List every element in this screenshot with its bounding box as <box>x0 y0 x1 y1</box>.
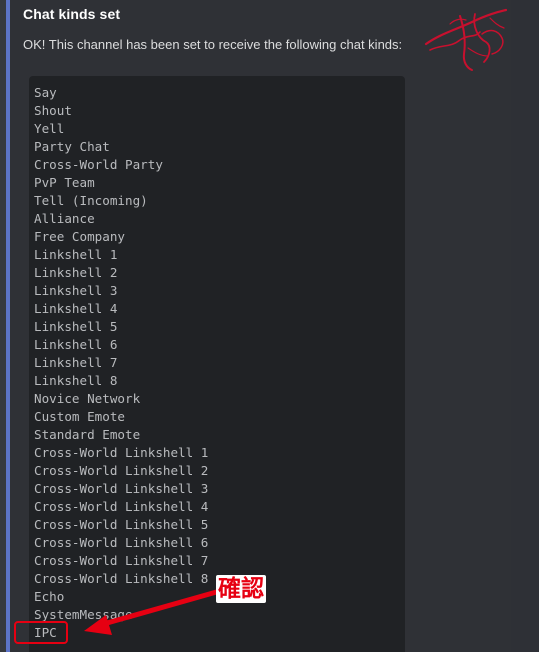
embed-title: Chat kinds set <box>23 6 121 22</box>
chat-kind-item: Yell <box>34 121 65 136</box>
chat-kind-item: Cross-World Linkshell 6 <box>34 535 209 550</box>
chat-kind-item: Linkshell 8 <box>34 373 118 388</box>
chat-kind-item: Cross-World Linkshell 1 <box>34 445 209 460</box>
chat-kind-item: Linkshell 3 <box>34 283 118 298</box>
chat-kind-item: Linkshell 4 <box>34 301 118 316</box>
chat-kind-item: Cross-World Linkshell 3 <box>34 481 209 496</box>
chat-kind-item: Cross-World Linkshell 2 <box>34 463 209 478</box>
chat-kind-item: PvP Team <box>34 175 95 190</box>
chat-kind-item: Cross-World Party <box>34 157 163 172</box>
chat-kind-item: Party Chat <box>34 139 110 154</box>
chat-kind-item: Shout <box>34 103 72 118</box>
chat-kind-item: Cross-World Linkshell 4 <box>34 499 209 514</box>
chat-kind-item: Cross-World Linkshell 7 <box>34 553 209 568</box>
red-signature-logo-icon <box>424 8 508 71</box>
ipc-highlight-box <box>14 621 68 644</box>
chat-kind-item: Novice Network <box>34 391 141 406</box>
discord-message-view: Chat kinds set OK! This channel has been… <box>0 0 539 652</box>
bot-embed: Chat kinds set OK! This channel has been… <box>6 0 511 652</box>
chat-kind-item: Linkshell 6 <box>34 337 118 352</box>
chat-kind-item: Custom Emote <box>34 409 125 424</box>
scrollbar-track[interactable] <box>511 0 539 652</box>
chat-kind-item: Linkshell 1 <box>34 247 118 262</box>
chat-kind-item: Free Company <box>34 229 125 244</box>
chat-kind-item: Tell (Incoming) <box>34 193 148 208</box>
annotation-arrow-icon <box>84 588 223 635</box>
chat-kind-item: Alliance <box>34 211 95 226</box>
annotation-label: 確認 <box>216 575 266 603</box>
chat-kind-item: Cross-World Linkshell 5 <box>34 517 209 532</box>
chat-kind-item: Linkshell 7 <box>34 355 118 370</box>
chat-kind-item: Say <box>34 85 57 100</box>
chat-kind-item: Linkshell 2 <box>34 265 118 280</box>
chat-kinds-code-block: Say Shout Yell Party Chat Cross-World Party P… <box>29 76 405 652</box>
embed-description: OK! This channel has been set to receive… <box>23 37 403 52</box>
chat-kind-item: Linkshell 5 <box>34 319 118 334</box>
chat-kind-item: Standard Emote <box>34 427 141 442</box>
